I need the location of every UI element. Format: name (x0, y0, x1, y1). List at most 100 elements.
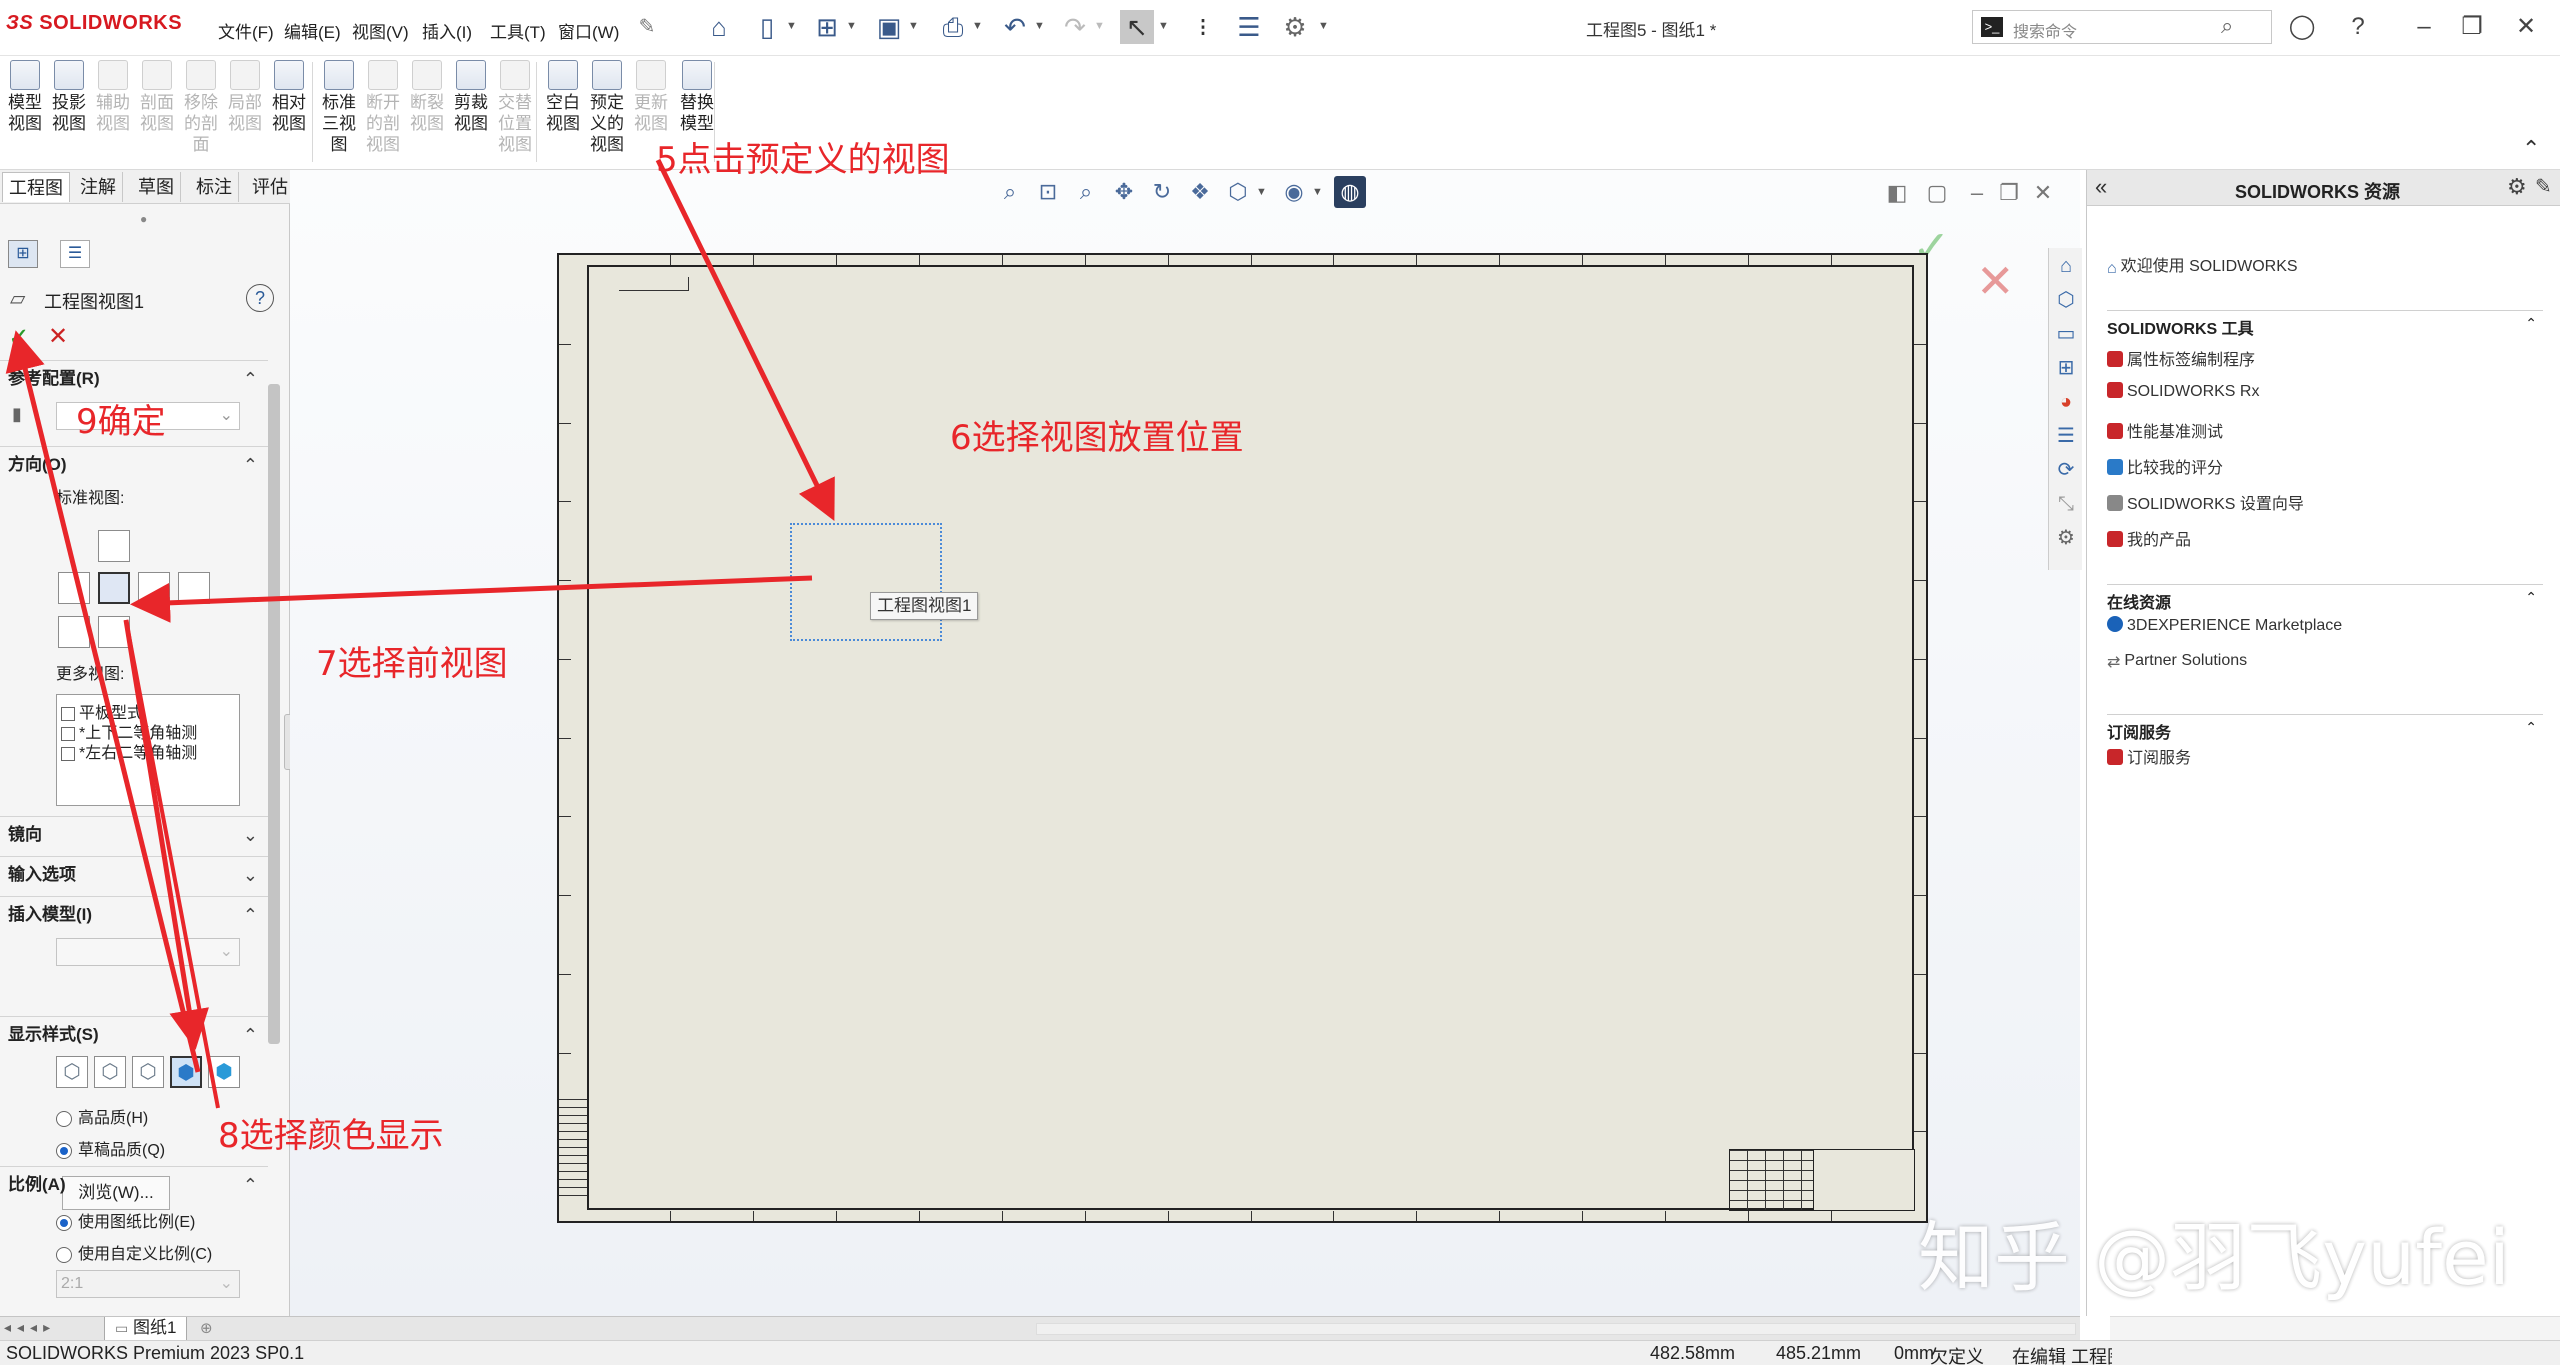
pan-icon[interactable]: ✥ (1108, 176, 1140, 208)
zoom-to-area-icon[interactable]: ⊡ (1032, 176, 1064, 208)
user-icon[interactable]: ◯ (2282, 10, 2322, 44)
menu-window[interactable]: 窗口(W) (554, 16, 623, 45)
tp-tool-item[interactable]: SOLIDWORKS Rx (2107, 382, 2259, 401)
print-caret-icon[interactable]: ▼ (972, 20, 983, 32)
drawing-sheet[interactable] (557, 253, 1928, 1223)
checkbox[interactable] (61, 746, 75, 761)
sheet-nav-arrows-icon[interactable]: ◂◂◂▸ (4, 1319, 56, 1336)
tp-online-item[interactable]: 3DEXPERIENCE Marketplace (2107, 616, 2342, 635)
appearances-icon[interactable]: ◕ (2052, 388, 2080, 416)
design-library-icon[interactable]: ⬡ (2052, 286, 2080, 314)
viewport-close-icon[interactable]: ✕ (2028, 178, 2058, 208)
section-ref-config[interactable]: 参考配置(R) ⌃ (0, 360, 268, 396)
broken-out-section-button[interactable]: 断开 的剖 视图 (362, 60, 404, 155)
panel-grip-icon[interactable]: ● (140, 212, 147, 226)
list-item[interactable]: *左右二等角轴测 (61, 739, 197, 763)
radio[interactable] (56, 1110, 72, 1127)
sheet-tab[interactable]: ▭ 图纸1 (104, 1317, 188, 1341)
options-caret-icon[interactable]: ▼ (1318, 20, 1329, 32)
zoom-to-fit-icon[interactable]: ⌕ (994, 176, 1026, 208)
replace-model-button[interactable]: 替换 模型 (676, 60, 718, 134)
detail-view-button[interactable]: 局部 视图 (224, 60, 266, 134)
redo-icon[interactable]: ↷ (1058, 10, 1092, 44)
restore-icon[interactable]: ❐ (2452, 10, 2492, 44)
front-view-button[interactable] (98, 572, 130, 604)
undo-icon[interactable]: ↶ (998, 10, 1032, 44)
pm-scrollbar[interactable] (268, 384, 280, 1044)
bottom-view-button[interactable] (98, 616, 130, 648)
cancel-x-icon[interactable]: ✕ (48, 322, 68, 351)
radio[interactable] (56, 1246, 72, 1263)
display-icon[interactable]: ❖ (1184, 176, 1216, 208)
update-view-button[interactable]: 更新 视图 (630, 60, 672, 134)
tp-tool-item[interactable]: SOLIDWORKS 设置向导 (2107, 490, 2304, 514)
ok-check-icon[interactable]: ✓ (8, 322, 30, 353)
auxiliary-view-button[interactable]: 辅助 视图 (92, 60, 134, 134)
search-icon[interactable]: ⌕ (2221, 13, 2233, 39)
menu-insert[interactable]: 插入(I) (418, 16, 476, 45)
open-icon[interactable]: ⊞ (810, 10, 844, 44)
help-icon[interactable]: ? (2338, 10, 2378, 44)
new-caret-icon[interactable]: ▼ (786, 20, 797, 32)
additional-tab-icon[interactable]: ⤡ (2052, 490, 2080, 518)
menu-edit[interactable]: 编辑(E) (280, 16, 345, 45)
section-orientation[interactable]: 方向(O) ⌃ (0, 446, 268, 482)
print-icon[interactable]: ⎙ (936, 10, 970, 44)
confirm-cancel-icon[interactable]: ✕ (1976, 254, 2015, 308)
section-online-resources[interactable]: 在线资源 ⌃ (2107, 584, 2543, 613)
insert-model-combo[interactable]: ⌄ (56, 938, 240, 966)
tp-tool-item[interactable]: 性能基准测试 (2107, 418, 2223, 442)
section-import-options[interactable]: 输入选项 ⌄ (0, 856, 268, 892)
settings-cog-icon[interactable]: ⚙ (2052, 524, 2080, 552)
section-view-button[interactable]: 剖面 视图 (136, 60, 178, 134)
undo-caret-icon[interactable]: ▼ (1034, 20, 1045, 32)
top-view-button[interactable] (98, 530, 130, 562)
home-icon[interactable]: ⌂ (2052, 252, 2080, 280)
tab-evaluate[interactable]: 评估 (246, 172, 295, 202)
add-sheet-icon[interactable]: ⊕ (200, 1319, 213, 1337)
close-icon[interactable]: ✕ (2506, 10, 2546, 44)
tp-sub-item[interactable]: 订阅服务 (2107, 744, 2191, 768)
custom-scale-combo[interactable]: 2:1 ⌄ (56, 1270, 240, 1298)
hidden-lines-removed-icon[interactable]: ⬡ (132, 1056, 164, 1088)
viewport-split-icon[interactable]: ◧ (1882, 178, 1912, 208)
menu-file[interactable]: 文件(F) (214, 16, 278, 45)
horizontal-scrollbar[interactable] (1036, 1323, 2076, 1335)
gear-icon[interactable]: ⚙ (2507, 174, 2527, 200)
menu-view[interactable]: 视图(V) (348, 16, 413, 45)
alternate-position-view-button[interactable]: 交替 位置 视图 (494, 60, 536, 155)
use-custom-scale-option[interactable]: 使用自定义比例(C) (56, 1240, 212, 1264)
select-cursor-icon[interactable]: ↖ (1120, 10, 1154, 44)
section-mirror[interactable]: 镜向 ⌄ (0, 816, 268, 852)
solidworks-logo[interactable]: ЗS SOLIDWORKS (6, 12, 182, 35)
section-sw-tools[interactable]: SOLIDWORKS 工具 ⌃ (2107, 310, 2543, 339)
shaded-icon[interactable]: ⬢ (208, 1056, 240, 1088)
viewport-expand-icon[interactable]: ▢ (1922, 178, 1952, 208)
section-display-style[interactable]: 显示样式(S) ⌃ (0, 1016, 268, 1052)
save-icon[interactable]: ▣ (872, 10, 906, 44)
new-document-icon[interactable]: ▯ (750, 10, 784, 44)
relative-view-button[interactable]: 相对 视图 (268, 60, 310, 134)
solidworks-forum-icon[interactable]: ⟳ (2052, 456, 2080, 484)
view-placement-box[interactable] (790, 523, 942, 641)
view-orientation-icon[interactable]: ⬡ (1222, 176, 1254, 208)
hide-caret-icon[interactable]: ▼ (1312, 186, 1323, 198)
draft-quality-option[interactable]: 草稿品质(Q) (56, 1136, 165, 1160)
options-gear-icon[interactable]: ⚙ (1278, 10, 1312, 44)
standard-3-view-button[interactable]: 标准 三视 图 (318, 60, 360, 155)
file-explorer-icon[interactable]: ▭ (2052, 320, 2080, 348)
collapse-ribbon-icon[interactable]: ⌃ (2522, 136, 2540, 162)
pin-icon[interactable]: ✎ (2535, 174, 2552, 199)
tp-tool-item[interactable]: 我的产品 (2107, 526, 2191, 550)
redo-caret-icon[interactable]: ▼ (1094, 20, 1105, 32)
high-quality-option[interactable]: 高品质(H) (56, 1104, 148, 1128)
welcome-link[interactable]: ⌂ 欢迎使用 SOLIDWORKS (2107, 252, 2298, 277)
property-manager-tab-icon[interactable]: ⊞ (8, 240, 38, 268)
removed-section-button[interactable]: 移除 的剖 面 (180, 60, 222, 155)
wireframe-icon[interactable]: ⬡ (56, 1056, 88, 1088)
tp-online-item[interactable]: ⇄ Partner Solutions (2107, 652, 2247, 671)
model-view-button[interactable]: 模型 视图 (4, 60, 46, 134)
shaded-with-edges-icon[interactable]: ⬢ (170, 1056, 202, 1088)
projected-view-button[interactable]: 投影 视图 (48, 60, 90, 134)
section-scale[interactable]: 比例(A) ⌃ (0, 1166, 268, 1202)
